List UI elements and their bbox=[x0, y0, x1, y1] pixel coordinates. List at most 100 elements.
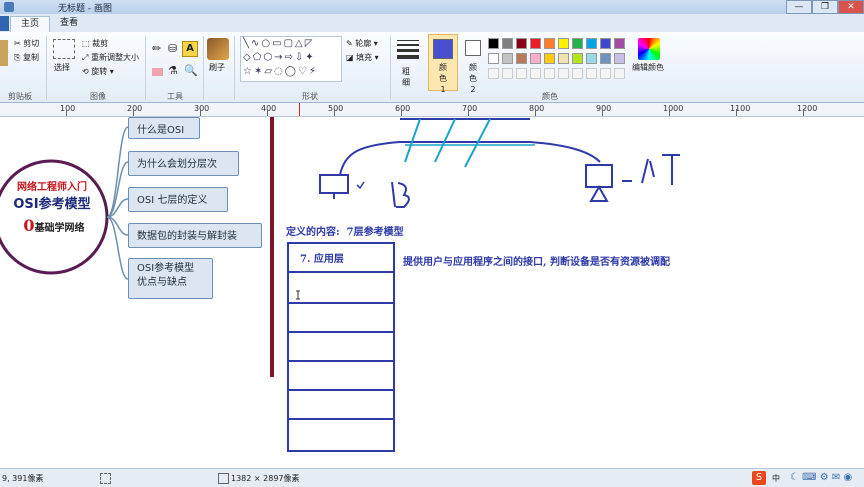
ruler-tick-label: 500 bbox=[328, 104, 344, 113]
ruler-tick-label: 600 bbox=[395, 104, 411, 113]
palette-swatch[interactable] bbox=[614, 53, 625, 64]
tab-view[interactable]: 查看 bbox=[50, 16, 88, 31]
tray-icons[interactable]: ☾ ⌨ ⚙ ✉ ◉ bbox=[790, 472, 852, 483]
fill-button[interactable]: ◪ 填充 ▾ bbox=[346, 52, 379, 63]
layer-row-6 bbox=[288, 302, 394, 331]
ime-mode[interactable]: 中 bbox=[772, 473, 780, 484]
title-bar: 无标题 - 画图 — ❐ ✕ bbox=[0, 0, 864, 14]
ruler-tick-label: 100 bbox=[60, 104, 76, 113]
custom-color-slot[interactable] bbox=[572, 68, 583, 79]
shapes-group-label: 形状 bbox=[302, 92, 318, 101]
ime-icon[interactable]: S bbox=[752, 471, 766, 485]
cursor-marker bbox=[299, 103, 300, 116]
colors-group-label: 颜色 bbox=[542, 92, 558, 101]
layer-row-5 bbox=[288, 331, 394, 360]
mindmap-node-4[interactable]: 数据包的封装与解封装 bbox=[128, 223, 262, 248]
status-bar: 9, 391像素 1382 × 2897像素 S 中 ☾ ⌨ ⚙ ✉ ◉ bbox=[0, 468, 864, 487]
file-menu-button[interactable] bbox=[0, 16, 9, 31]
app-icon[interactable] bbox=[4, 2, 14, 12]
paste-icon[interactable] bbox=[0, 40, 8, 66]
select-button[interactable]: 选择 bbox=[54, 62, 70, 73]
custom-color-slot[interactable] bbox=[530, 68, 541, 79]
palette-swatch[interactable] bbox=[586, 38, 597, 49]
ruler-tick-label: 700 bbox=[462, 104, 478, 113]
custom-color-slot[interactable] bbox=[614, 68, 625, 79]
layer-row-2 bbox=[288, 418, 394, 447]
text-icon[interactable]: A bbox=[182, 41, 198, 57]
layer-row-3 bbox=[288, 389, 394, 418]
minimize-button[interactable]: — bbox=[786, 0, 812, 14]
palette-swatch[interactable] bbox=[530, 53, 541, 64]
ruler-tick-label: 900 bbox=[596, 104, 612, 113]
custom-color-slot[interactable] bbox=[488, 68, 499, 79]
ruler-tick-label: 1100 bbox=[730, 104, 751, 113]
mindmap-node-3[interactable]: OSI 七层的定义 bbox=[128, 187, 228, 212]
palette-swatch[interactable] bbox=[488, 38, 499, 49]
circle-line2: OSI参考模型 bbox=[13, 197, 91, 212]
mindmap-node-2[interactable]: 为什么会划分层次 bbox=[128, 151, 239, 176]
group-divider bbox=[234, 36, 235, 100]
fill-icon[interactable]: ⛁ bbox=[168, 42, 177, 55]
size-icon[interactable] bbox=[397, 40, 419, 59]
ruler-tick-label: 800 bbox=[529, 104, 545, 113]
palette-swatch[interactable] bbox=[558, 38, 569, 49]
copy-button[interactable]: ⎘ 复制 bbox=[14, 52, 39, 63]
ruler-tick-label: 400 bbox=[261, 104, 277, 113]
color1-selector[interactable]: 颜色 1 bbox=[428, 34, 458, 94]
palette-swatch[interactable] bbox=[502, 38, 513, 49]
custom-color-slot[interactable] bbox=[502, 68, 513, 79]
palette-swatch[interactable] bbox=[572, 53, 583, 64]
color2-label: 颜色 2 bbox=[469, 63, 477, 94]
outline-button[interactable]: ✎ 轮廓 ▾ bbox=[346, 38, 378, 49]
layer-row-7: 7. 应用层 bbox=[288, 243, 394, 273]
custom-color-slot[interactable] bbox=[600, 68, 611, 79]
edit-colors-button[interactable]: 编辑颜色 bbox=[632, 62, 664, 73]
size-button[interactable]: 粗细 bbox=[402, 66, 412, 88]
palette-swatch[interactable] bbox=[586, 53, 597, 64]
palette-swatch[interactable] bbox=[502, 53, 513, 64]
palette-swatch[interactable] bbox=[530, 38, 541, 49]
palette-swatch[interactable] bbox=[614, 38, 625, 49]
cut-button[interactable]: ✂ 剪切 bbox=[14, 38, 39, 49]
palette-swatch[interactable] bbox=[600, 38, 611, 49]
brush-icon[interactable] bbox=[207, 38, 229, 60]
palette-swatch[interactable] bbox=[516, 38, 527, 49]
color1-label: 颜色 1 bbox=[439, 63, 447, 94]
picker-icon[interactable]: ⚗ bbox=[168, 64, 178, 77]
eraser-icon[interactable] bbox=[152, 68, 163, 76]
tab-home[interactable]: 主页 bbox=[10, 16, 51, 32]
palette-swatch[interactable] bbox=[572, 38, 583, 49]
palette-swatch[interactable] bbox=[488, 53, 499, 64]
brushes-button[interactable]: 刷子 bbox=[209, 62, 225, 73]
shapes-gallery[interactable]: ╲∿○▭▢△◸ ◇⬠⬡→⇨⇩✦ ☆✶▱◌◯♡⚡ bbox=[240, 36, 342, 82]
mindmap-node-5[interactable]: OSI参考模型 优点与缺点 bbox=[128, 258, 213, 299]
ruler-tick bbox=[736, 109, 737, 116]
ruler-tick-label: 1200 bbox=[797, 104, 818, 113]
palette-swatch[interactable] bbox=[600, 53, 611, 64]
custom-color-slot[interactable] bbox=[586, 68, 597, 79]
group-divider bbox=[390, 36, 391, 100]
color2-selector[interactable]: 颜色 2 bbox=[460, 34, 486, 94]
rotate-button[interactable]: ⟲ 旋转 ▾ bbox=[82, 66, 114, 77]
edit-colors-icon[interactable] bbox=[638, 38, 660, 60]
palette-swatch[interactable] bbox=[558, 53, 569, 64]
magnifier-icon[interactable]: 🔍 bbox=[184, 64, 198, 77]
circle-line1: 网络工程师入门 bbox=[17, 182, 87, 193]
palette-swatch[interactable] bbox=[544, 53, 555, 64]
custom-color-slot[interactable] bbox=[516, 68, 527, 79]
palette-swatch[interactable] bbox=[544, 38, 555, 49]
resize-button[interactable]: ⤢ 重新调整大小 bbox=[82, 52, 139, 63]
select-icon[interactable] bbox=[53, 39, 75, 59]
tools-group-label: 工具 bbox=[167, 92, 183, 101]
crop-button[interactable]: ⬚ 裁剪 bbox=[82, 38, 108, 49]
pencil-icon[interactable]: ✏ bbox=[152, 42, 161, 55]
custom-color-slot[interactable] bbox=[558, 68, 569, 79]
cursor-position: 9, 391像素 bbox=[2, 474, 44, 483]
palette-swatch[interactable] bbox=[516, 53, 527, 64]
horizontal-ruler: 1002003004005006007008009001000110012001… bbox=[0, 103, 864, 117]
custom-color-slot[interactable] bbox=[544, 68, 555, 79]
maximize-button[interactable]: ❐ bbox=[812, 0, 838, 14]
mindmap-node-1[interactable]: 什么是OSI bbox=[128, 117, 200, 139]
circle-line3: 0基础学网络 bbox=[23, 216, 85, 235]
close-button[interactable]: ✕ bbox=[838, 0, 864, 14]
